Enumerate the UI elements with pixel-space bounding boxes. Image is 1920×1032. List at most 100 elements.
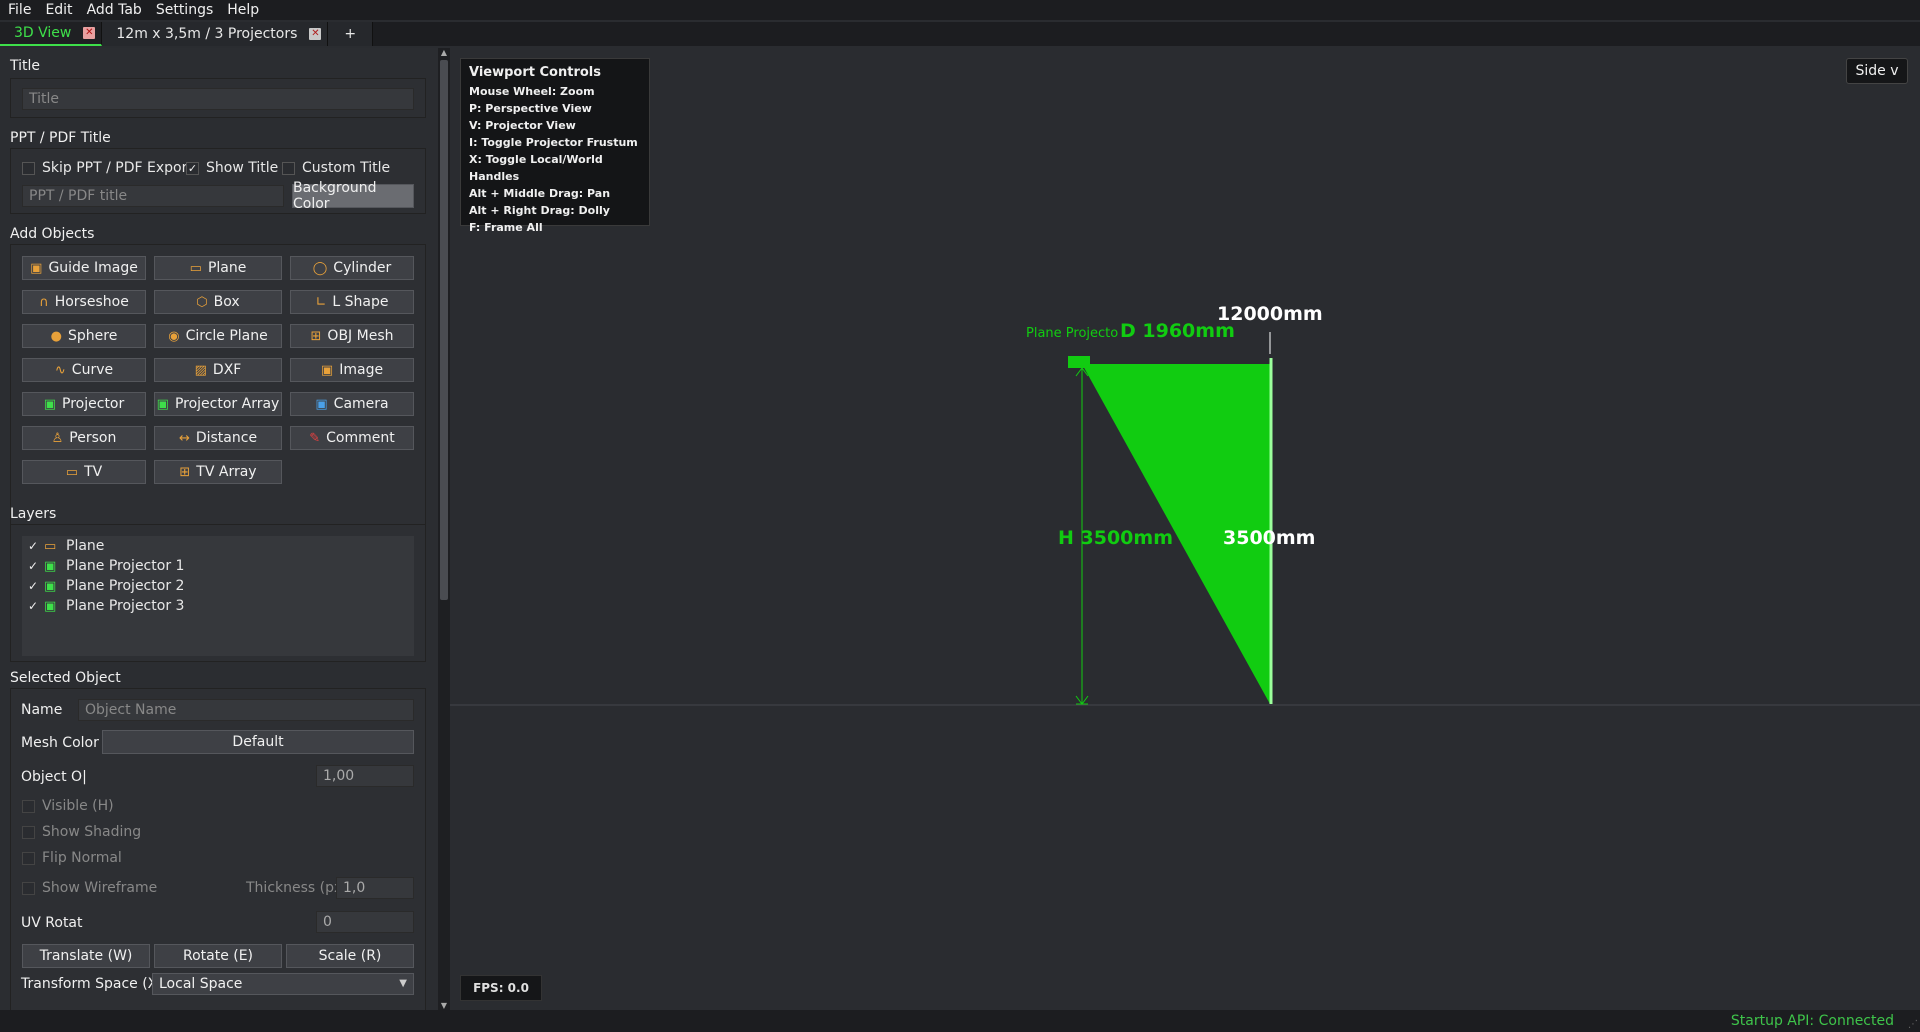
add-guide-image-button[interactable]: ▣ Guide Image xyxy=(22,256,146,280)
add-l-shape-button[interactable]: ∟ L Shape xyxy=(290,290,414,314)
add-plane-button[interactable]: ▭ Plane xyxy=(154,256,282,280)
horseshoe-icon: ∩ xyxy=(39,294,49,310)
menu-edit[interactable]: Edit xyxy=(45,2,72,18)
custom-title-checkbox[interactable]: Custom Title xyxy=(282,160,390,176)
layer-item-projector-2[interactable]: ✓ ▣ Plane Projector 2 xyxy=(22,576,414,596)
add-horseshoe-button[interactable]: ∩ Horseshoe xyxy=(22,290,146,314)
scroll-thumb[interactable] xyxy=(440,60,448,600)
button-label: DXF xyxy=(212,362,242,378)
add-image-button[interactable]: ▣ Image xyxy=(290,358,414,382)
image-icon: ▣ xyxy=(30,260,43,276)
checkmark-icon[interactable]: ✓ xyxy=(28,539,44,553)
projector-body xyxy=(1068,356,1090,368)
show-wireframe-checkbox[interactable]: Show Wireframe xyxy=(22,880,157,896)
button-label: Sphere xyxy=(68,328,118,344)
add-projector-array-button[interactable]: ▣ Projector Array xyxy=(154,392,282,416)
tab-label: 12m x 3,5m / 3 Projectors xyxy=(116,26,298,42)
properties-panel: Title Title PPT / PDF Title Skip PPT / P… xyxy=(0,48,438,1010)
show-title-checkbox[interactable]: ✓ Show Title xyxy=(186,160,278,176)
add-tv-button[interactable]: ▭ TV xyxy=(22,460,146,484)
add-comment-button[interactable]: ✎ Comment xyxy=(290,426,414,450)
image-icon: ▣ xyxy=(320,362,334,378)
plane-icon: ▭ xyxy=(44,538,57,554)
sphere-icon: ● xyxy=(50,328,62,344)
layer-item-plane[interactable]: ✓ ▭ Plane xyxy=(22,536,414,556)
scene-canvas[interactable]: Plane Projecto D 1960mm 12000mm H 3500mm… xyxy=(450,48,1920,1010)
width-label: 12000mm xyxy=(1217,303,1323,325)
scroll-down-icon[interactable]: ▼ xyxy=(438,1001,450,1010)
checkmark-icon[interactable]: ✓ xyxy=(28,559,44,573)
button-label: Plane xyxy=(207,260,247,276)
button-label: L Shape xyxy=(332,294,389,310)
title-input[interactable]: Title xyxy=(22,88,414,110)
scroll-up-icon[interactable]: ▲ xyxy=(438,48,450,57)
opacity-input[interactable]: 1,00 xyxy=(316,765,414,787)
plus-icon: + xyxy=(344,26,357,42)
add-cylinder-button[interactable]: ◯ Cylinder xyxy=(290,256,414,280)
layer-item-projector-3[interactable]: ✓ ▣ Plane Projector 3 xyxy=(22,596,414,616)
checkmark-icon[interactable]: ✓ xyxy=(28,579,44,593)
height-label: H 3500mm xyxy=(1058,527,1173,549)
add-distance-button[interactable]: ↔ Distance xyxy=(154,426,282,450)
resize-grip-icon[interactable]: ⋰ xyxy=(1908,1019,1918,1030)
scale-button[interactable]: Scale (R) xyxy=(286,944,414,968)
view-mode-dropdown[interactable]: Side v xyxy=(1846,58,1908,84)
tab-3d-view[interactable]: 3D View ✕ xyxy=(0,22,103,46)
transform-space-select[interactable]: Local Space ▼ xyxy=(152,973,414,995)
mesh-color-button[interactable]: Default xyxy=(102,730,414,754)
checkbox-box xyxy=(22,799,35,813)
button-label: Distance xyxy=(195,430,258,446)
dxf-icon: ▨ xyxy=(194,362,207,378)
visible-checkbox[interactable]: Visible (H) xyxy=(22,798,114,814)
close-icon[interactable]: ✕ xyxy=(83,27,96,39)
add-projector-button[interactable]: ▣ Projector xyxy=(22,392,146,416)
button-label: TV Array xyxy=(196,464,257,480)
add-curve-button[interactable]: ∿ Curve xyxy=(22,358,146,382)
layer-item-projector-1[interactable]: ✓ ▣ Plane Projector 1 xyxy=(22,556,414,576)
add-dxf-button[interactable]: ▨ DXF xyxy=(154,358,282,382)
background-color-button[interactable]: Background Color xyxy=(292,180,414,212)
checkbox-label: Show Shading xyxy=(42,824,142,840)
add-objects-heading: Add Objects xyxy=(10,226,95,242)
menu-settings[interactable]: Settings xyxy=(156,2,213,18)
uv-rotation-input[interactable]: 0 xyxy=(316,911,414,933)
plane-icon: ▭ xyxy=(189,260,202,276)
button-label: Circle Plane xyxy=(185,328,268,344)
layer-label: Plane Projector 1 xyxy=(66,558,185,574)
show-shading-checkbox[interactable]: Show Shading xyxy=(22,824,141,840)
control-hint: P: Perspective View xyxy=(469,102,592,115)
camera-icon: ▣ xyxy=(315,396,328,412)
close-icon[interactable]: ✕ xyxy=(309,28,322,40)
add-circle-plane-button[interactable]: ◉ Circle Plane xyxy=(154,324,282,348)
tv-array-icon: ⊞ xyxy=(179,464,191,480)
add-sphere-button[interactable]: ● Sphere xyxy=(22,324,146,348)
tab-projectors[interactable]: 12m x 3,5m / 3 Projectors ✕ xyxy=(102,22,329,46)
checkmark-icon[interactable]: ✓ xyxy=(28,599,44,613)
translate-button[interactable]: Translate (W) xyxy=(22,944,150,968)
distance-icon: ↔ xyxy=(178,430,190,446)
projector-name-label: Plane Projecto xyxy=(1026,326,1118,341)
panel-scrollbar[interactable]: ▲ ▼ xyxy=(438,48,450,1010)
flip-normal-checkbox[interactable]: Flip Normal xyxy=(22,850,122,866)
curve-icon: ∿ xyxy=(54,362,66,378)
tv-icon: ▭ xyxy=(65,464,79,480)
menu-add-tab[interactable]: Add Tab xyxy=(87,2,142,18)
add-tv-array-button[interactable]: ⊞ TV Array xyxy=(154,460,282,484)
pdf-title-input[interactable]: PPT / PDF title xyxy=(22,185,284,207)
layers-list: ✓ ▭ Plane ✓ ▣ Plane Projector 1 ✓ ▣ Plan… xyxy=(22,536,414,656)
thickness-input[interactable]: 1,0 xyxy=(336,877,414,899)
rotate-button[interactable]: Rotate (E) xyxy=(154,944,282,968)
pdf-title-heading: PPT / PDF Title xyxy=(10,130,111,146)
add-person-button[interactable]: ♙ Person xyxy=(22,426,146,450)
menu-help[interactable]: Help xyxy=(227,2,259,18)
status-bar: Startup API: Connected ⋰ xyxy=(0,1010,1920,1032)
add-box-button[interactable]: ⬡ Box xyxy=(154,290,282,314)
add-camera-button[interactable]: ▣ Camera xyxy=(290,392,414,416)
checkbox-label: Show Wireframe xyxy=(42,880,158,896)
add-obj-mesh-button[interactable]: ⊞ OBJ Mesh xyxy=(290,324,414,348)
add-tab-button[interactable]: + xyxy=(328,22,374,46)
object-name-input[interactable]: Object Name xyxy=(78,699,414,721)
viewport-3d[interactable]: Plane Projecto D 1960mm 12000mm H 3500mm… xyxy=(450,48,1920,1010)
skip-export-checkbox[interactable]: Skip PPT / PDF Export xyxy=(22,160,193,176)
menu-file[interactable]: File xyxy=(8,2,31,18)
